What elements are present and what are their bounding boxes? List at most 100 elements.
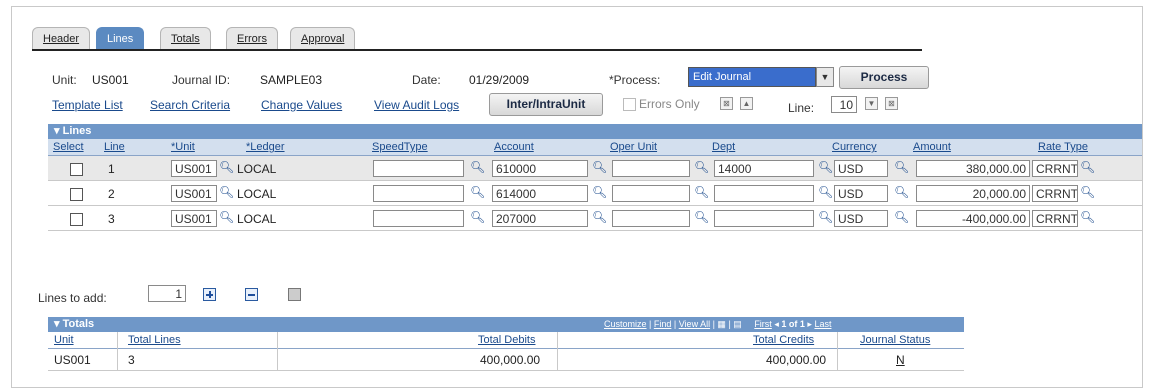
- search-icon[interactable]: 🔍︎: [694, 160, 709, 174]
- search-icon[interactable]: 🔍︎: [592, 160, 607, 174]
- currency-input[interactable]: USD: [834, 160, 888, 177]
- next-icon[interactable]: ▸: [807, 319, 812, 329]
- account-input[interactable]: 614000: [492, 185, 588, 202]
- col-unit[interactable]: Unit: [54, 334, 74, 346]
- search-icon[interactable]: 🔍︎: [818, 160, 833, 174]
- oper-unit-input[interactable]: [612, 210, 690, 227]
- chevron-down-icon[interactable]: ▼: [816, 67, 834, 87]
- col-currency[interactable]: Currency: [832, 141, 877, 153]
- col-dept[interactable]: Dept: [712, 141, 735, 153]
- template-list-link[interactable]: Template List: [52, 98, 123, 112]
- oper-unit-input[interactable]: [612, 160, 690, 177]
- journal-status-link[interactable]: N: [896, 353, 905, 367]
- search-icon[interactable]: 🔍︎: [694, 210, 709, 224]
- search-icon[interactable]: 🔍︎: [818, 210, 833, 224]
- row-select-checkbox[interactable]: [70, 163, 83, 176]
- search-icon[interactable]: 🔍︎: [694, 185, 709, 199]
- inter-intra-unit-button[interactable]: Inter/IntraUnit: [489, 93, 603, 116]
- search-icon[interactable]: 🔍︎: [592, 210, 607, 224]
- currency-input[interactable]: USD: [834, 210, 888, 227]
- search-icon[interactable]: 🔍︎: [894, 185, 909, 199]
- tab-totals[interactable]: Totals: [160, 27, 211, 50]
- col-unit[interactable]: *Unit: [171, 141, 195, 153]
- col-speedtype[interactable]: SpeedType: [372, 141, 428, 153]
- expand-icon[interactable]: ⊠: [885, 97, 898, 110]
- collapse-arrow-icon[interactable]: ▾: [54, 318, 60, 330]
- account-input[interactable]: 610000: [492, 160, 588, 177]
- speedtype-input[interactable]: [373, 210, 464, 227]
- amount-input[interactable]: 20,000.00: [916, 185, 1030, 202]
- col-total-credits[interactable]: Total Credits: [753, 334, 814, 346]
- search-icon[interactable]: 🔍︎: [1080, 160, 1095, 174]
- search-icon[interactable]: 🔍︎: [818, 185, 833, 199]
- oper-unit-input[interactable]: [612, 185, 690, 202]
- dept-input[interactable]: 14000: [714, 160, 814, 177]
- dept-input[interactable]: [714, 210, 814, 227]
- errors-only-checkbox[interactable]: [623, 98, 636, 111]
- process-select[interactable]: Edit Journal: [688, 67, 816, 87]
- amount-input[interactable]: 380,000.00: [916, 160, 1030, 177]
- tab-lines[interactable]: Lines: [96, 27, 145, 50]
- col-amount[interactable]: Amount: [913, 141, 951, 153]
- collapse-arrow-icon[interactable]: ▾: [54, 125, 60, 137]
- view-all-link[interactable]: View All: [679, 319, 710, 329]
- search-icon[interactable]: 🔍︎: [470, 160, 485, 174]
- col-oper-unit[interactable]: Oper Unit: [610, 141, 657, 153]
- search-icon[interactable]: 🔍︎: [1080, 185, 1095, 199]
- prev-icon[interactable]: ◂: [774, 319, 779, 329]
- dept-input[interactable]: [714, 185, 814, 202]
- col-journal-status[interactable]: Journal Status: [860, 334, 930, 346]
- row-select-checkbox[interactable]: [70, 213, 83, 226]
- search-criteria-link[interactable]: Search Criteria: [150, 98, 230, 112]
- unit-input[interactable]: US001: [171, 210, 217, 227]
- col-select[interactable]: Select: [53, 141, 84, 153]
- tab-header[interactable]: Header: [32, 27, 91, 50]
- search-icon[interactable]: 🔍︎: [470, 210, 485, 224]
- speedtype-input[interactable]: [373, 185, 464, 202]
- col-total-lines[interactable]: Total Lines: [128, 334, 181, 346]
- line-input[interactable]: 10: [831, 96, 857, 113]
- amount-input[interactable]: -400,000.00: [916, 210, 1030, 227]
- collapse-icon[interactable]: ⊠: [720, 97, 733, 110]
- search-icon[interactable]: 🔍︎: [894, 160, 909, 174]
- speedtype-input[interactable]: [373, 160, 464, 177]
- download-icon[interactable]: ▦: [717, 319, 726, 329]
- col-total-debits[interactable]: Total Debits: [478, 334, 535, 346]
- scroll-bottom-icon[interactable]: ▼: [865, 97, 878, 110]
- row-line: 3: [108, 212, 115, 226]
- customize-link[interactable]: Customize: [604, 319, 647, 329]
- unit-input[interactable]: US001: [171, 160, 217, 177]
- unit-input[interactable]: US001: [171, 185, 217, 202]
- col-account[interactable]: Account: [494, 141, 534, 153]
- rate-type-input[interactable]: CRRNT: [1032, 210, 1078, 227]
- calculator-icon[interactable]: [288, 288, 301, 301]
- last-link[interactable]: Last: [814, 319, 831, 329]
- add-row-icon[interactable]: [203, 288, 216, 301]
- search-icon[interactable]: 🔍︎: [219, 185, 234, 199]
- rate-type-input[interactable]: CRRNT: [1032, 185, 1078, 202]
- tab-approval[interactable]: Approval: [290, 27, 356, 50]
- rate-type-input[interactable]: CRRNT: [1032, 160, 1078, 177]
- col-line[interactable]: Line: [104, 141, 125, 153]
- view-audit-logs-link[interactable]: View Audit Logs: [374, 98, 459, 112]
- col-ledger[interactable]: *Ledger: [246, 141, 285, 153]
- search-icon[interactable]: 🔍︎: [470, 185, 485, 199]
- process-button[interactable]: Process: [839, 66, 929, 89]
- lines-to-add-input[interactable]: 1: [148, 285, 186, 302]
- find-link[interactable]: Find: [654, 319, 672, 329]
- change-values-link[interactable]: Change Values: [261, 98, 342, 112]
- zoom-icon[interactable]: ▤: [733, 319, 742, 329]
- tab-errors[interactable]: Errors: [226, 27, 278, 50]
- scroll-top-icon[interactable]: ▲: [740, 97, 753, 110]
- first-link[interactable]: First: [754, 319, 772, 329]
- currency-input[interactable]: USD: [834, 185, 888, 202]
- search-icon[interactable]: 🔍︎: [592, 185, 607, 199]
- search-icon[interactable]: 🔍︎: [219, 210, 234, 224]
- search-icon[interactable]: 🔍︎: [894, 210, 909, 224]
- col-rate-type[interactable]: Rate Type: [1038, 141, 1088, 153]
- row-select-checkbox[interactable]: [70, 188, 83, 201]
- account-input[interactable]: 207000: [492, 210, 588, 227]
- search-icon[interactable]: 🔍︎: [1080, 210, 1095, 224]
- delete-row-icon[interactable]: [245, 288, 258, 301]
- search-icon[interactable]: 🔍︎: [219, 160, 234, 174]
